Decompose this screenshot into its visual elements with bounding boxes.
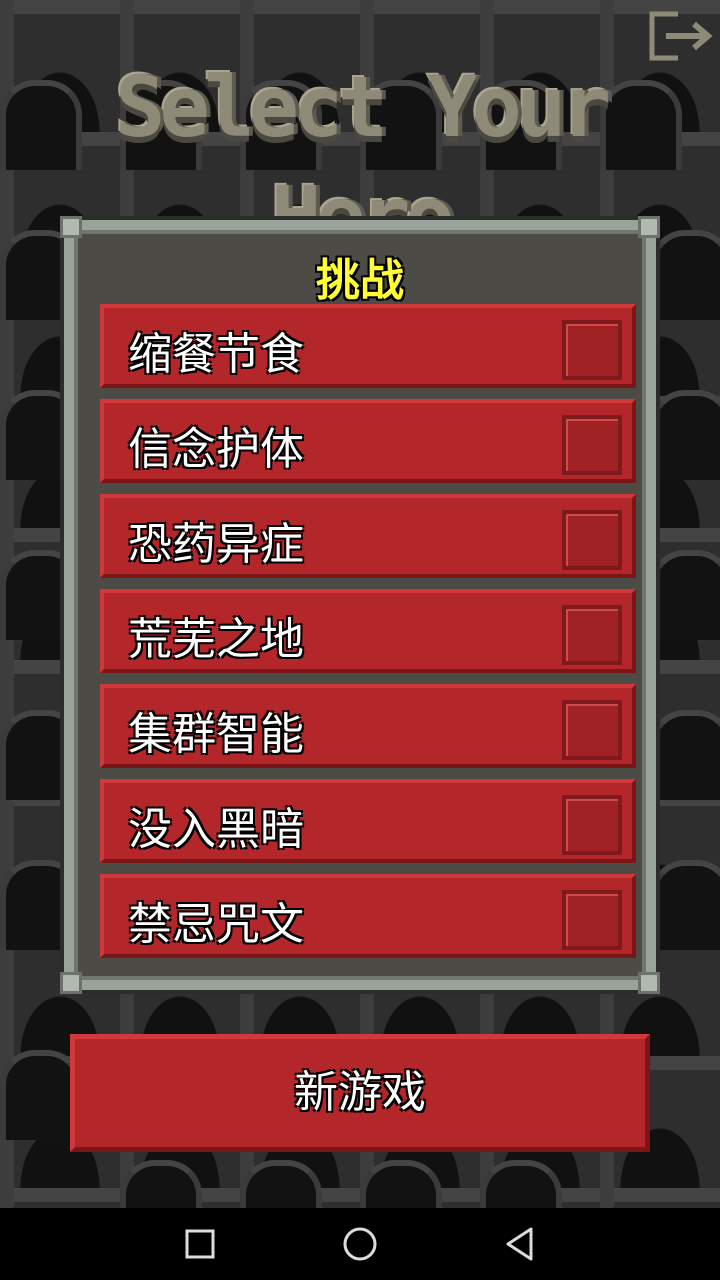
panel-corner bbox=[638, 216, 660, 238]
challenge-label: 信念护体 bbox=[128, 424, 304, 475]
challenge-label: 没入黑暗 bbox=[128, 804, 304, 855]
challenge-toggle[interactable]: 荒芜之地 bbox=[100, 589, 636, 673]
challenge-label: 集群智能 bbox=[128, 709, 304, 760]
challenge-checkbox[interactable] bbox=[562, 795, 622, 855]
challenge-toggle[interactable]: 恐药异症 bbox=[100, 494, 636, 578]
panel-corner bbox=[60, 972, 82, 994]
recent-apps-button[interactable] bbox=[178, 1222, 222, 1266]
panel-corner bbox=[60, 216, 82, 238]
challenge-checkbox[interactable] bbox=[562, 605, 622, 665]
challenge-checkbox[interactable] bbox=[562, 320, 622, 380]
panel-corner bbox=[638, 972, 660, 994]
challenges-panel: 挑战 缩餐节食 信念护体 恐药异症 荒芜之地 集群智能 没入黑暗 禁忌咒文 bbox=[60, 216, 660, 994]
wall-arch bbox=[650, 390, 720, 480]
system-nav-bar bbox=[0, 1208, 720, 1280]
challenge-toggle[interactable]: 没入黑暗 bbox=[100, 779, 636, 863]
challenge-toggle[interactable]: 禁忌咒文 bbox=[100, 874, 636, 958]
challenge-label: 恐药异症 bbox=[128, 519, 304, 570]
back-button[interactable] bbox=[498, 1222, 542, 1266]
challenge-toggle[interactable]: 信念护体 bbox=[100, 399, 636, 483]
challenge-checkbox[interactable] bbox=[562, 890, 622, 950]
challenge-toggle[interactable]: 缩餐节食 bbox=[100, 304, 636, 388]
wall-arch bbox=[650, 710, 720, 800]
challenge-label: 禁忌咒文 bbox=[128, 899, 304, 950]
screen-title: Select Your Hero bbox=[114, 58, 611, 266]
challenge-toggle[interactable]: 集群智能 bbox=[100, 684, 636, 768]
challenge-label: 荒芜之地 bbox=[128, 614, 304, 665]
new-game-button[interactable]: 新游戏 bbox=[70, 1034, 650, 1152]
back-icon bbox=[506, 1227, 533, 1261]
challenge-checkbox[interactable] bbox=[562, 700, 622, 760]
panel-title: 挑战 bbox=[316, 255, 404, 306]
wall-arch bbox=[650, 230, 720, 320]
wall-arch bbox=[650, 550, 720, 640]
home-icon bbox=[343, 1227, 377, 1261]
home-button[interactable] bbox=[338, 1222, 382, 1266]
wall-arch bbox=[650, 860, 720, 950]
challenge-label: 缩餐节食 bbox=[128, 329, 304, 380]
challenge-checkbox[interactable] bbox=[562, 415, 622, 475]
recent-apps-icon bbox=[185, 1229, 215, 1259]
challenge-checkbox[interactable] bbox=[562, 510, 622, 570]
